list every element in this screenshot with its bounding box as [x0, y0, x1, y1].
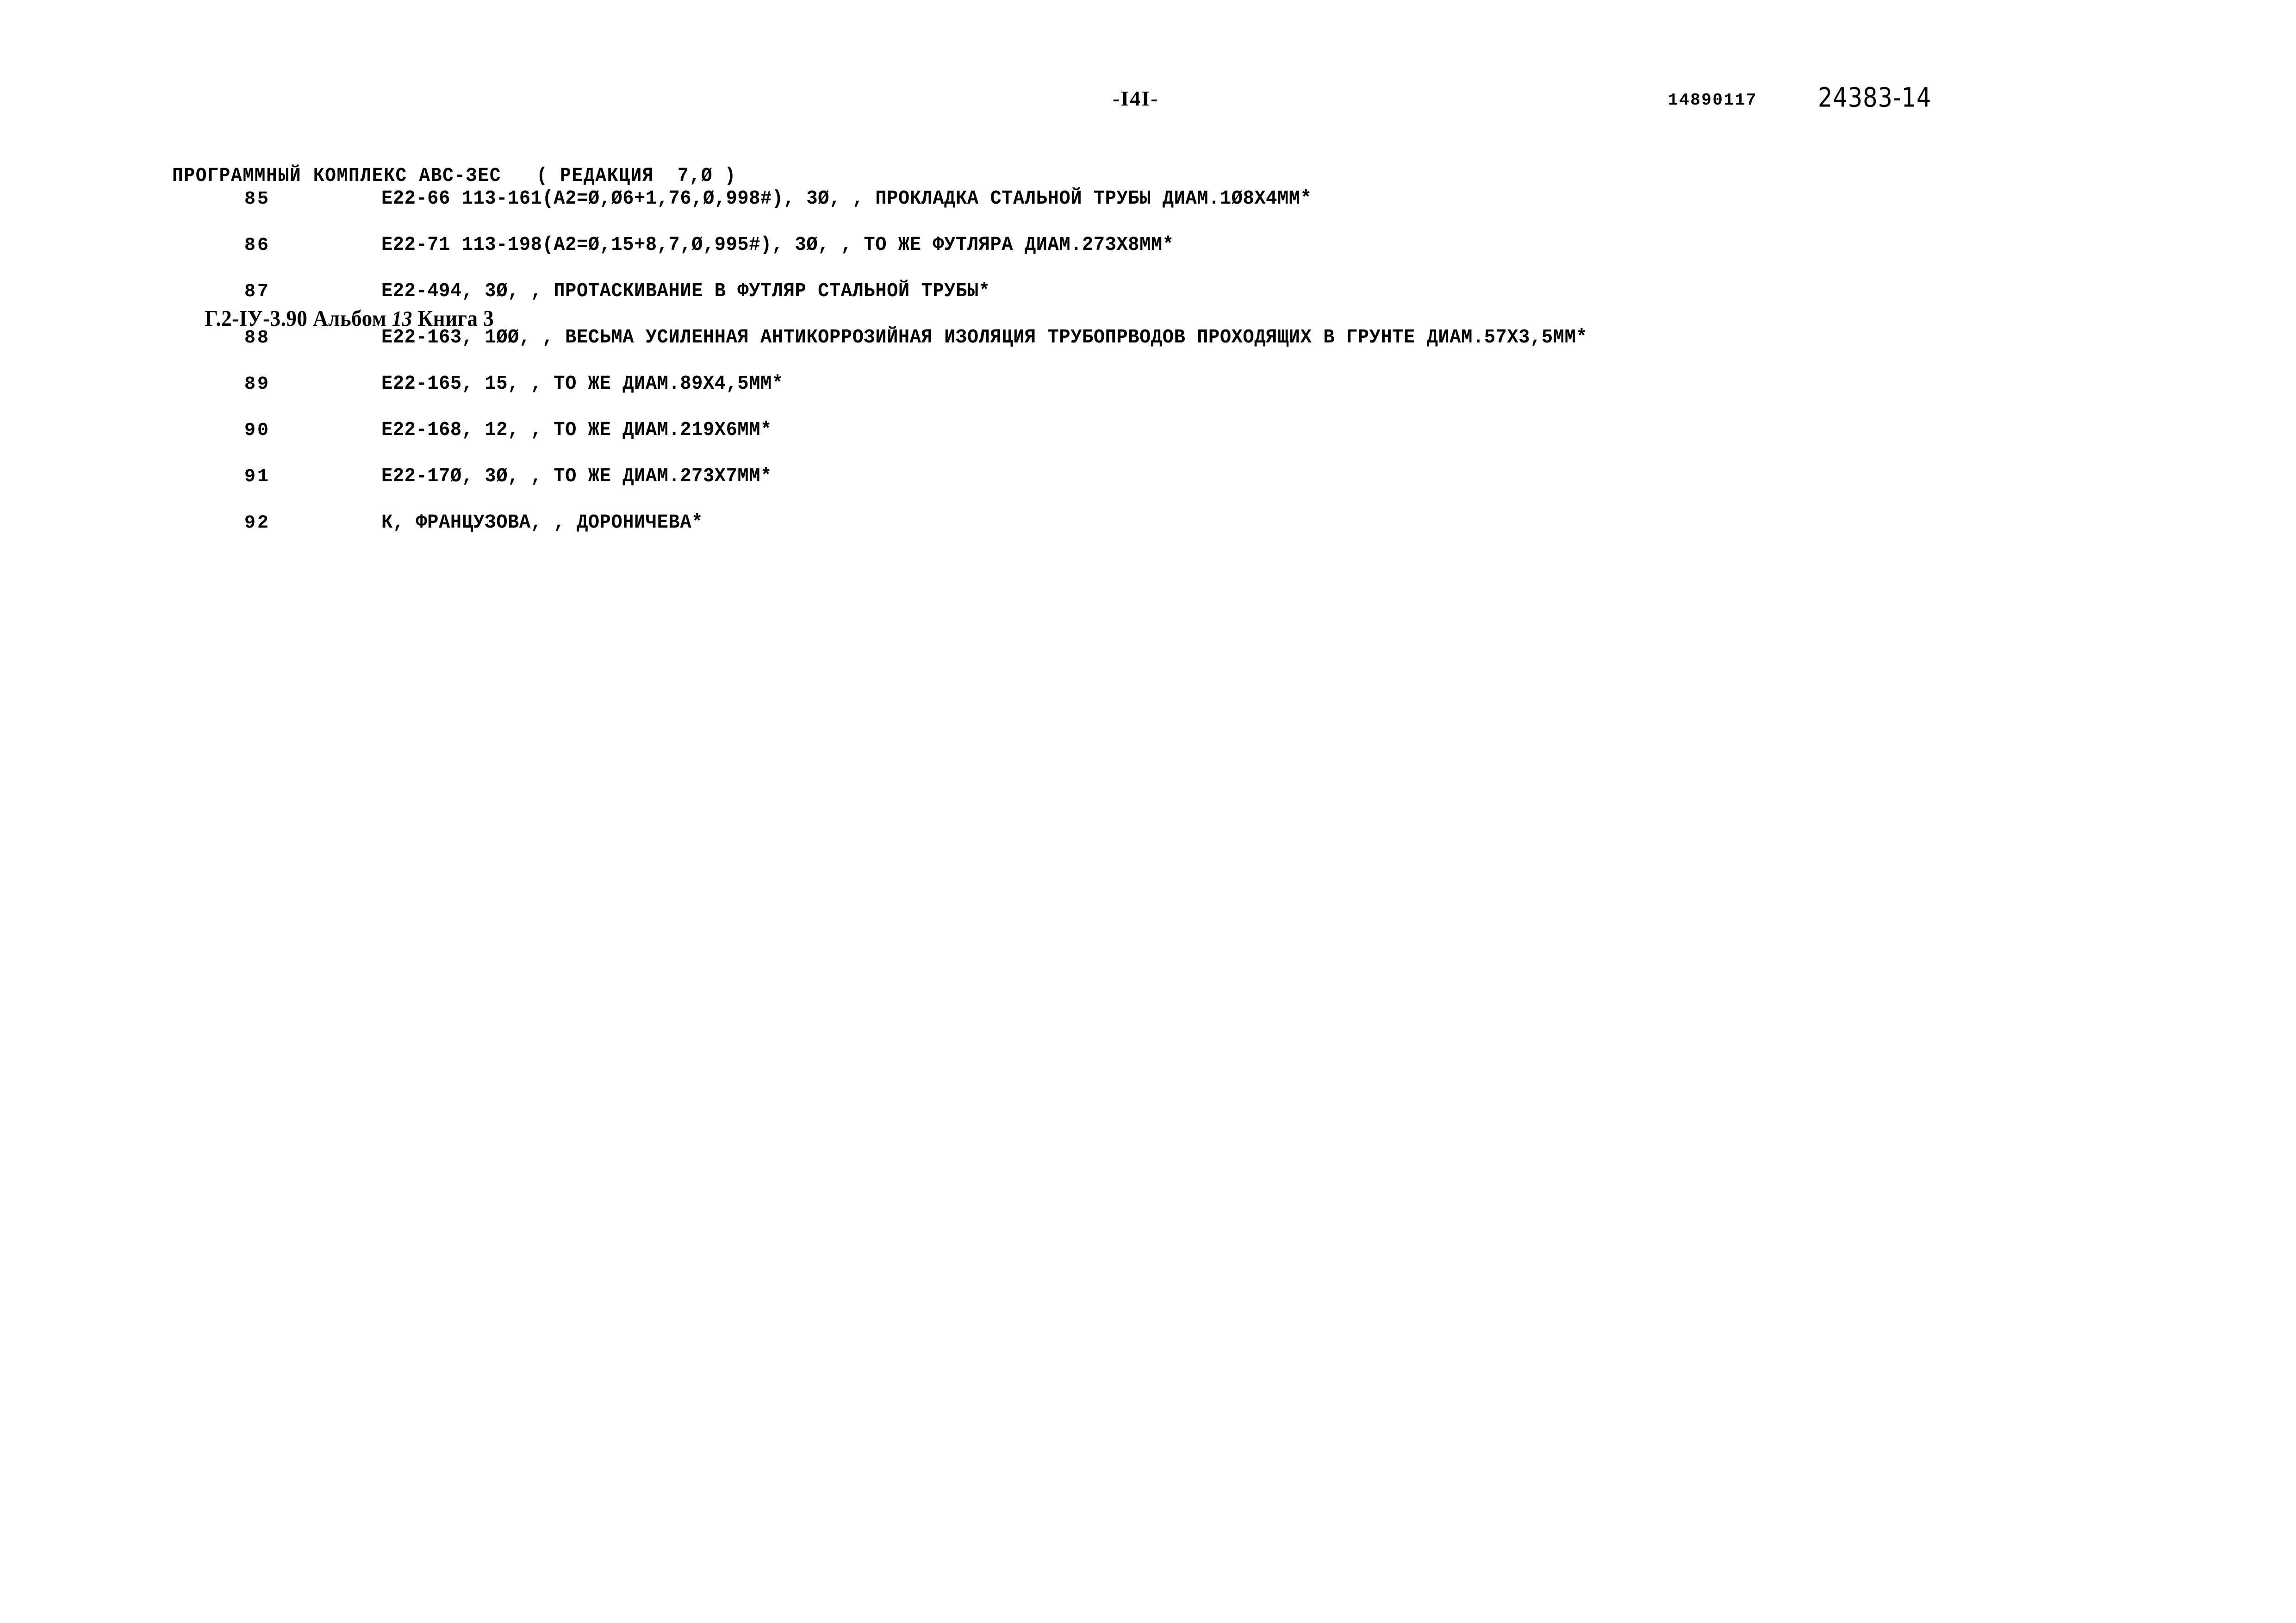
listing-code: 14890117 [1668, 91, 1757, 110]
listing-row: 90 Е22-168, 12, , ТО ЖЕ ДИАМ.219Х6ММ* [0, 417, 2296, 463]
row-number: 91 [244, 466, 271, 487]
listing-row: 91 Е22-17Ø, 3Ø, , ТО ЖЕ ДИАМ.273Х7ММ* [0, 463, 2296, 509]
listing-row: 85 Е22-66 113-161(А2=Ø,Ø6+1,76,Ø,998#), … [0, 185, 2296, 231]
row-number: 88 [244, 328, 271, 348]
code-listing: 85 Е22-66 113-161(А2=Ø,Ø6+1,76,Ø,998#), … [0, 185, 2296, 555]
listing-row: 86 Е22-71 113-198(А2=Ø,15+8,7,Ø,995#), 3… [0, 231, 2296, 278]
row-text: Е22-17Ø, 3Ø, , ТО ЖЕ ДИАМ.273Х7ММ* [381, 465, 772, 487]
listing-row: 88 Е22-163, 1ØØ, , ВЕСЬМА УСИЛЕННАЯ АНТИ… [0, 324, 2296, 370]
row-number: 87 [244, 281, 271, 302]
row-text: Е22-163, 1ØØ, , ВЕСЬМА УСИЛЕННАЯ АНТИКОР… [381, 326, 1588, 348]
stamp-code: 24383-14 [1818, 82, 1932, 114]
listing-row: 92 К, ФРАНЦУЗОВА, , ДОРОНИЧЕВА* [0, 509, 2296, 555]
row-number: 86 [244, 235, 271, 256]
page-number: -I4I- [1113, 87, 1159, 110]
scanned-document-page: ПРОГРАММНЫЙ КОМПЛЕКС АВС-ЗЕС ( РЕДАКЦИЯ … [0, 0, 2296, 1623]
row-number: 85 [244, 189, 271, 210]
row-text: Е22-66 113-161(А2=Ø,Ø6+1,76,Ø,998#), 3Ø,… [381, 187, 1312, 210]
row-number: 92 [244, 513, 271, 534]
row-text: Е22-168, 12, , ТО ЖЕ ДИАМ.219Х6ММ* [381, 418, 772, 441]
row-text: Е22-494, 3Ø, , ПРОТАСКИВАНИЕ В ФУТЛЯР СТ… [381, 280, 990, 302]
listing-row: 89 Е22-165, 15, , ТО ЖЕ ДИАМ.89Х4,5ММ* [0, 370, 2296, 417]
listing-row: 87 Е22-494, 3Ø, , ПРОТАСКИВАНИЕ В ФУТЛЯР… [0, 278, 2296, 324]
row-text: Е22-165, 15, , ТО ЖЕ ДИАМ.89Х4,5ММ* [381, 372, 784, 395]
row-text: К, ФРАНЦУЗОВА, , ДОРОНИЧЕВА* [381, 511, 703, 534]
row-number: 90 [244, 420, 271, 441]
row-number: 89 [244, 374, 271, 395]
row-text: Е22-71 113-198(А2=Ø,15+8,7,Ø,995#), 3Ø, … [381, 233, 1174, 256]
